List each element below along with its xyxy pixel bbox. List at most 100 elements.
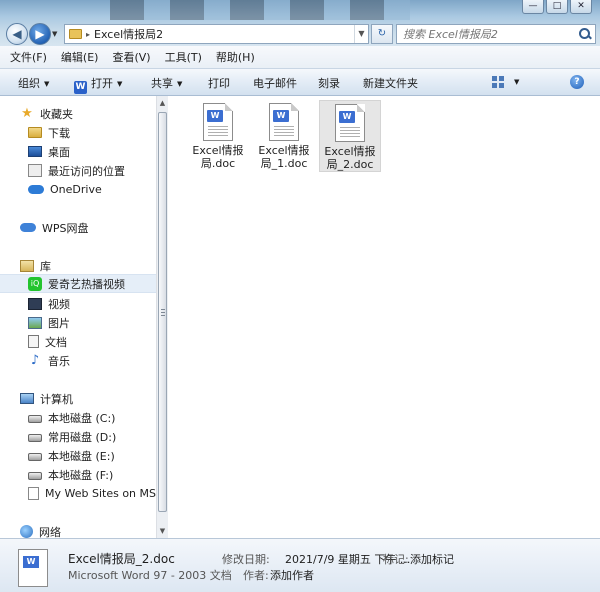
breadcrumb[interactable]: Excel情报局2: [94, 26, 163, 42]
nav-network[interactable]: 网络: [0, 522, 156, 538]
menu-view[interactable]: 查看(V): [112, 49, 150, 65]
nav-label: 下载: [48, 126, 70, 140]
forward-button[interactable]: ▶: [29, 23, 51, 45]
view-options-icon[interactable]: [492, 76, 506, 88]
new-folder-button[interactable]: 新建文件夹: [363, 75, 418, 91]
word-document-icon: W: [335, 104, 365, 142]
search-box[interactable]: [396, 24, 596, 44]
menu-bar: 文件(F) 编辑(E) 查看(V) 工具(T) 帮助(H): [0, 46, 600, 68]
recent-places-icon: [28, 164, 42, 177]
nav-drive-e[interactable]: 本地磁盘 (E:): [0, 446, 156, 465]
grip-icon: [161, 309, 165, 317]
breadcrumb-separator: ▸: [86, 29, 91, 39]
nav-label: WPS网盘: [42, 221, 89, 235]
menu-tools[interactable]: 工具(T): [165, 49, 202, 65]
menu-help[interactable]: 帮助(H): [216, 49, 255, 65]
word-document-icon: W: [18, 549, 48, 587]
file-item[interactable]: W Excel情报 局_1.doc: [253, 100, 315, 172]
scrollbar-thumb[interactable]: [158, 112, 167, 512]
nav-onedrive[interactable]: OneDrive: [0, 180, 156, 199]
web-page-icon: [28, 487, 39, 500]
chevron-down-icon: ▼: [44, 80, 50, 88]
taskbar-thumbnails: [110, 0, 410, 20]
maximize-button[interactable]: □: [546, 0, 568, 14]
author-label: 作者:: [243, 569, 269, 582]
nav-label: 本地磁盘 (C:): [48, 411, 116, 425]
nav-pictures[interactable]: 图片: [0, 313, 156, 332]
wps-cloud-icon: [20, 223, 36, 232]
nav-favorites[interactable]: ★ 收藏夹: [0, 104, 156, 123]
tags-value[interactable]: 添加标记: [410, 551, 454, 567]
nav-recent[interactable]: 最近访问的位置: [0, 161, 156, 180]
scroll-down-icon[interactable]: ▼: [157, 524, 168, 538]
desktop-icon: [28, 146, 42, 157]
window-controls: — □ ✕: [522, 0, 592, 14]
view-dropdown-icon[interactable]: ▼: [514, 75, 519, 88]
scroll-up-icon[interactable]: ▲: [157, 96, 168, 110]
nav-label: 常用磁盘 (D:): [48, 430, 117, 444]
downloads-folder-icon: [28, 127, 42, 138]
open-button[interactable]: W 打开 ▼: [74, 75, 122, 94]
nav-label: 收藏夹: [40, 107, 73, 121]
nav-label: 音乐: [48, 354, 70, 368]
nav-videos[interactable]: 视频: [0, 294, 156, 313]
chevron-down-icon: ▼: [177, 80, 183, 88]
hard-drive-icon: [28, 472, 42, 480]
menu-file[interactable]: 文件(F): [10, 49, 47, 65]
nav-iqiyi[interactable]: iQ 爱奇艺热播视频: [0, 274, 156, 293]
nav-music[interactable]: ♪ 音乐: [0, 351, 156, 370]
file-name-line2: 局_1.doc: [260, 157, 308, 170]
file-name-line1: Excel情报: [192, 144, 244, 157]
word-document-icon: W: [203, 103, 233, 141]
document-icon: [28, 335, 39, 348]
iqiyi-icon: iQ: [28, 276, 42, 291]
minimize-button[interactable]: —: [522, 0, 544, 14]
folder-icon: [69, 29, 82, 39]
address-dropdown-icon[interactable]: ▼: [354, 25, 368, 43]
author-value[interactable]: 添加作者: [270, 567, 314, 583]
nav-drive-d[interactable]: 常用磁盘 (D:): [0, 427, 156, 446]
help-icon[interactable]: ?: [570, 75, 584, 89]
nav-computer[interactable]: 计算机: [0, 389, 156, 408]
back-arrow-icon: ◀: [12, 27, 22, 41]
details-file-name: Excel情报局_2.doc: [68, 552, 175, 566]
details-pane: W Excel情报局_2.doc Microsoft Word 97 - 200…: [0, 538, 600, 592]
nav-drive-f[interactable]: 本地磁盘 (F:): [0, 465, 156, 484]
search-input[interactable]: [403, 27, 573, 41]
share-label: 共享: [151, 77, 173, 90]
organize-button[interactable]: 组织 ▼: [18, 75, 49, 91]
open-label: 打开: [91, 77, 113, 90]
print-button[interactable]: 打印: [208, 75, 230, 91]
address-bar[interactable]: ▸ Excel情报局2 ▼: [64, 24, 369, 44]
nav-label: 库: [40, 259, 51, 273]
close-button[interactable]: ✕: [570, 0, 592, 14]
nav-label: 爱奇艺热播视频: [48, 277, 125, 291]
file-item[interactable]: W Excel情报 局.doc: [187, 100, 249, 172]
nav-desktop[interactable]: 桌面: [0, 142, 156, 161]
burn-button[interactable]: 刻录: [318, 75, 340, 91]
cloud-icon: [28, 185, 44, 194]
nav-my-web-sites[interactable]: My Web Sites on MSN: [0, 484, 156, 503]
nav-drive-c[interactable]: 本地磁盘 (C:): [0, 408, 156, 427]
nav-label: 图片: [48, 316, 70, 330]
nav-downloads[interactable]: 下载: [0, 123, 156, 142]
hard-drive-icon: [28, 453, 42, 461]
nav-scrollbar[interactable]: ▲ ▼: [156, 96, 168, 538]
refresh-button[interactable]: ↻: [371, 24, 393, 44]
nav-label: 桌面: [48, 145, 70, 159]
nav-wps-drive[interactable]: WPS网盘: [0, 218, 156, 237]
search-icon[interactable]: [579, 28, 591, 40]
refresh-icon: ↻: [377, 28, 387, 39]
back-button[interactable]: ◀: [6, 23, 28, 45]
navigation-row: ◀ ▶ ▼ ▸ Excel情报局2 ▼ ↻: [0, 20, 600, 46]
menu-edit[interactable]: 编辑(E): [61, 49, 99, 65]
library-icon: [20, 259, 34, 272]
nav-documents[interactable]: 文档: [0, 332, 156, 351]
recent-pages-dropdown[interactable]: ▼: [52, 30, 57, 38]
nav-label: 最近访问的位置: [48, 164, 125, 178]
tags-label: 标记:: [383, 553, 409, 566]
email-button[interactable]: 电子邮件: [253, 75, 297, 91]
share-button[interactable]: 共享 ▼: [151, 75, 182, 91]
file-item-selected[interactable]: W Excel情报 局_2.doc: [319, 100, 381, 172]
nav-libraries[interactable]: 库: [0, 256, 156, 275]
